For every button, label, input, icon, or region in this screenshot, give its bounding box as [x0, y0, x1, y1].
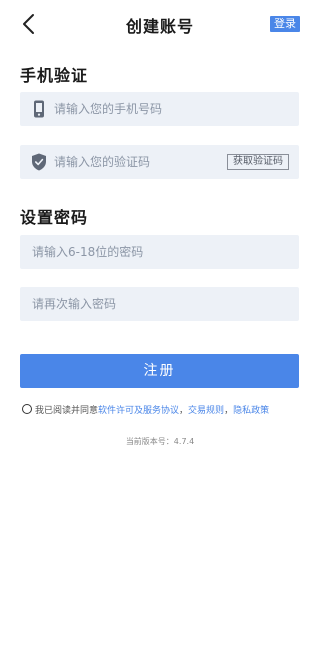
password-input[interactable] — [32, 235, 290, 269]
trading-rules-link[interactable]: 交易规则 — [188, 403, 224, 416]
confirm-password-field — [20, 287, 299, 321]
set-password-title: 设置密码 — [20, 208, 89, 227]
login-button[interactable]: 登录 — [270, 16, 300, 32]
version-text: 当前版本号：4.7.4 — [125, 437, 195, 446]
nav-bar: 创建账号 登录 — [0, 0, 320, 48]
agreement-separator: ， — [224, 405, 234, 416]
phone-input[interactable] — [54, 92, 290, 126]
register-button[interactable]: 注册 — [20, 354, 299, 388]
phone-icon — [31, 100, 47, 118]
phone-field — [20, 92, 299, 126]
agreement-prefix: 我已阅读并同意 — [35, 405, 99, 416]
agreement-separator: ， — [179, 405, 189, 416]
privacy-policy-link[interactable]: 隐私政策 — [233, 403, 269, 416]
code-field: 获取验证码 — [20, 145, 299, 179]
get-code-button[interactable]: 获取验证码 — [227, 154, 289, 170]
password-field — [20, 235, 299, 269]
agreement-row: 我已阅读并同意 软件许可及服务协议 ， 交易规则 ， 隐私政策 — [22, 402, 269, 416]
agreement-radio[interactable] — [22, 404, 32, 414]
license-agreement-link[interactable]: 软件许可及服务协议 — [98, 403, 179, 416]
confirm-password-input[interactable] — [32, 287, 290, 321]
phone-verification-title: 手机验证 — [20, 66, 89, 85]
verification-code-input[interactable] — [54, 145, 214, 179]
shield-check-icon — [31, 153, 47, 171]
